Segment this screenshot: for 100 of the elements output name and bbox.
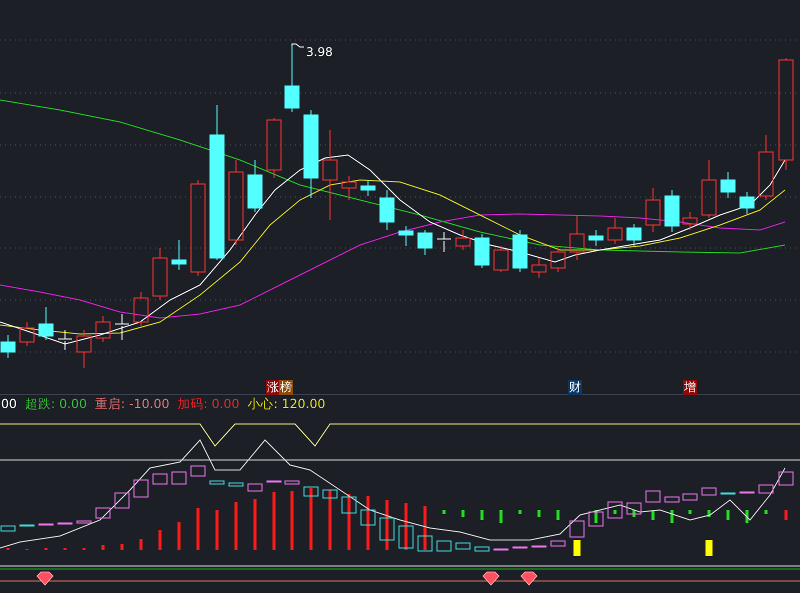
event-tag: 增: [683, 380, 697, 395]
candlestick: [96, 316, 110, 342]
indicator-box: [114, 492, 130, 508]
gem-icon: [520, 572, 538, 586]
indicator-box: [266, 480, 282, 482]
indicator-box: [664, 496, 680, 502]
gem-icon: [36, 572, 54, 586]
high-price-label: 3.98: [306, 45, 333, 59]
candlestick: [720, 172, 736, 198]
event-tag: 榜: [279, 380, 293, 395]
indicator-value: 加码: 0.00: [177, 395, 240, 412]
indicator-box: [248, 484, 262, 492]
indicator-box: [96, 508, 110, 518]
indicator-bar: [158, 530, 162, 550]
indicator-bar: [518, 510, 522, 514]
candlestick: [682, 212, 698, 230]
indicator-box: [38, 524, 54, 526]
indicator-bar: [594, 510, 598, 523]
indicator-bar: [614, 510, 616, 514]
indicator-value: 重启: -10.00: [94, 395, 170, 412]
indicator-box: [512, 546, 528, 548]
candlestick: [512, 230, 528, 272]
indicator-box: [172, 472, 186, 484]
candlestick: [436, 232, 452, 252]
indicator-bar: [44, 548, 48, 550]
indicator-box: [20, 524, 34, 526]
indicator-bar: [64, 548, 66, 550]
indicator-bar: [404, 503, 408, 550]
indicator-bar: [234, 502, 238, 550]
indicator-box: [758, 484, 774, 494]
indicator-box: [342, 496, 356, 514]
candlestick: [398, 226, 414, 246]
candlestick: [418, 230, 432, 256]
event-tag: 财: [568, 380, 582, 395]
candlestick: [474, 234, 490, 268]
indicator-bar: [6, 548, 10, 550]
indicator-bar: [82, 548, 86, 550]
indicator-bar: [652, 510, 654, 520]
candlestick: [266, 118, 282, 178]
indicator-box: [284, 480, 300, 484]
indicator-bar: [726, 510, 730, 520]
candlestick: [626, 224, 642, 246]
candlestick: [248, 160, 262, 212]
indicator-bar: [216, 510, 218, 550]
indicator-bar: [272, 492, 276, 550]
candlestick: [114, 314, 130, 340]
candlestick: [646, 188, 660, 232]
indicator-box: [134, 480, 148, 498]
candlestick: [76, 330, 92, 368]
candlestick: [588, 230, 604, 246]
indicator-box: [570, 520, 584, 538]
indicator-bar: [348, 494, 350, 550]
indicator-value: 超跌: 0.00: [24, 395, 87, 412]
indicator-bar: [706, 540, 712, 556]
candlestick: [20, 322, 34, 346]
indicator-box: [494, 548, 508, 550]
indicator-bar: [688, 510, 692, 514]
candlestick: [740, 192, 754, 214]
indicator-box: [398, 526, 414, 548]
candlestick: [456, 230, 470, 250]
indicator-box: [418, 536, 432, 552]
candlestick: [608, 218, 622, 244]
candlestick: [380, 190, 394, 230]
candlestick: [758, 134, 774, 200]
candlestick: [360, 180, 376, 196]
indicator-box: [608, 502, 622, 518]
indicator-box: [210, 480, 224, 484]
indicator-bar: [366, 496, 370, 550]
candlestick: [284, 44, 300, 112]
indicator-bar: [310, 488, 312, 550]
indicator-value: .00: [0, 395, 17, 412]
indicator-box: [550, 540, 566, 546]
indicator-bar: [746, 510, 748, 523]
indicator-bar: [500, 510, 502, 523]
indicator-bar: [102, 545, 104, 550]
indicator-bar: [708, 510, 710, 517]
indicator-box: [228, 482, 244, 486]
candlestick: [134, 292, 148, 326]
indicator-bar: [574, 540, 580, 556]
indicator-box: [626, 502, 642, 514]
indicator-box: [0, 526, 16, 532]
indicator-value: 小心: 120.00: [247, 395, 326, 412]
indicator-box: [322, 490, 338, 498]
indicator-box: [456, 542, 470, 550]
indicator-bar: [784, 510, 788, 520]
candlestick: [494, 246, 508, 272]
indicator-box: [436, 540, 452, 552]
indicator-bar: [254, 499, 256, 550]
indicator-box: [740, 492, 754, 494]
indicator-bar: [632, 510, 636, 517]
indicator-box: [588, 512, 604, 526]
indicator-bar: [196, 508, 200, 550]
indicator-box: [720, 492, 736, 494]
candlestick: [172, 240, 186, 270]
indicator-box: [778, 472, 794, 486]
candlestick: [570, 214, 584, 260]
indicator-bar: [764, 510, 768, 514]
indicator-bar: [480, 510, 484, 520]
indicator-box: [702, 488, 716, 496]
indicator-box: [682, 494, 698, 500]
